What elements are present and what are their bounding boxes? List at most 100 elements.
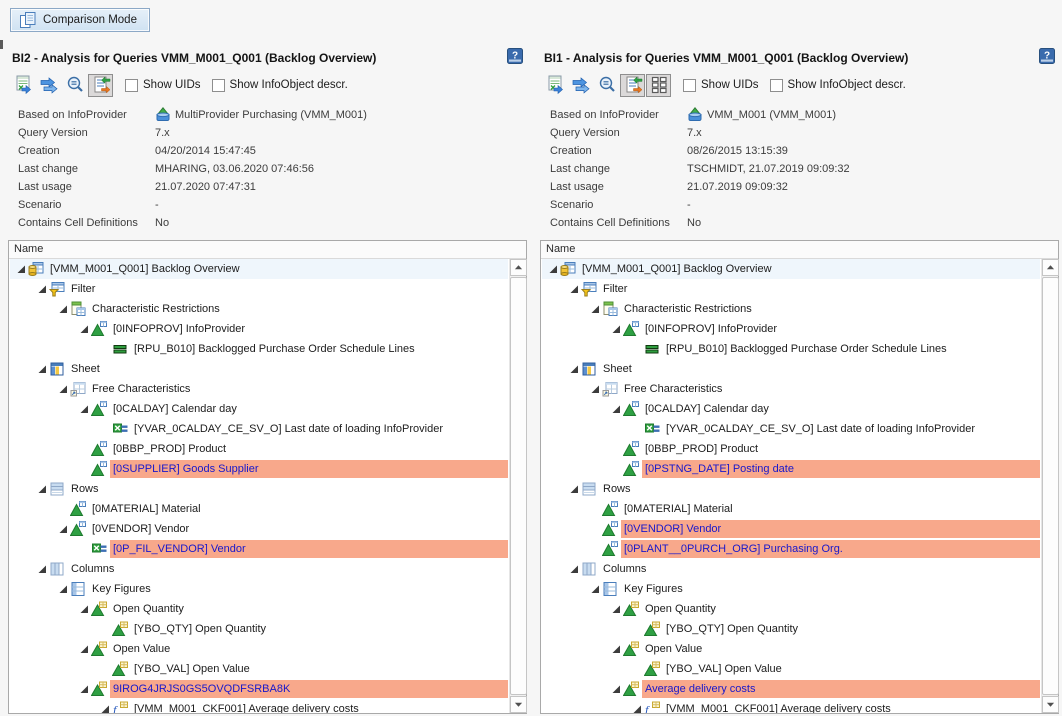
- checkbox-box[interactable]: [212, 79, 225, 92]
- expander-icon[interactable]: [37, 284, 48, 295]
- splitter-handle[interactable]: [0, 40, 3, 49]
- comparison-toggle-button[interactable]: [620, 74, 645, 97]
- expander-icon[interactable]: [58, 384, 69, 395]
- tree-row[interactable]: fx[VMM_M001_CKF001] Average delivery cos…: [542, 699, 1040, 713]
- scrollbar[interactable]: [1041, 259, 1058, 713]
- tree-row[interactable]: Free Characteristics: [10, 379, 508, 399]
- scrollbar-thumb[interactable]: [510, 277, 527, 695]
- tree-row[interactable]: [YVAR_0CALDAY_CE_SV_O] Last date of load…: [10, 419, 508, 439]
- expander-icon[interactable]: [590, 384, 601, 395]
- checkbox-show-uids[interactable]: Show UIDs: [125, 79, 201, 92]
- comparison-mode-button[interactable]: Comparison Mode: [10, 8, 150, 32]
- tree-row[interactable]: [YBO_VAL] Open Value: [542, 659, 1040, 679]
- expander-icon[interactable]: [79, 644, 90, 655]
- help-button[interactable]: ?: [507, 48, 523, 64]
- tree-row[interactable]: [RPU_B010] Backlogged Purchase Order Sch…: [542, 339, 1040, 359]
- transfer-query-button[interactable]: [36, 74, 61, 97]
- expander-icon[interactable]: [590, 584, 601, 595]
- tree-row[interactable]: Key Figures: [542, 579, 1040, 599]
- expander-icon[interactable]: [632, 704, 643, 714]
- scroll-down-button[interactable]: [1042, 696, 1059, 713]
- tree-row[interactable]: Columns: [10, 559, 508, 579]
- comparison-toggle-button[interactable]: [88, 74, 113, 97]
- expander-icon[interactable]: [611, 404, 622, 415]
- tree-row[interactable]: [0INFOPROV] InfoProvider: [10, 319, 508, 339]
- checkbox-box[interactable]: [125, 79, 138, 92]
- zoom-view-button[interactable]: [62, 74, 87, 97]
- tree-row[interactable]: [0PSTNG_DATE] Posting date: [542, 459, 1040, 479]
- tree-row[interactable]: [YVAR_0CALDAY_CE_SV_O] Last date of load…: [542, 419, 1040, 439]
- tree-row[interactable]: [0PLANT__0PURCH_ORG] Purchasing Org.: [542, 539, 1040, 559]
- expander-icon[interactable]: [569, 564, 580, 575]
- tree-row[interactable]: Rows: [10, 479, 508, 499]
- grid-view-button[interactable]: [646, 74, 671, 97]
- expander-icon[interactable]: [569, 284, 580, 295]
- checkbox-show-infoobject-descr[interactable]: Show InfoObject descr.: [770, 79, 906, 92]
- expander-icon[interactable]: [58, 304, 69, 315]
- checkbox-box[interactable]: [683, 79, 696, 92]
- tree-row[interactable]: Characteristic Restrictions: [542, 299, 1040, 319]
- expander-icon[interactable]: [611, 324, 622, 335]
- tree-row[interactable]: Average delivery costs: [542, 679, 1040, 699]
- help-button[interactable]: ?: [1039, 48, 1055, 64]
- tree-row[interactable]: Open Value: [10, 639, 508, 659]
- tree-row[interactable]: Columns: [542, 559, 1040, 579]
- tree-row[interactable]: Key Figures: [10, 579, 508, 599]
- checkbox-show-uids[interactable]: Show UIDs: [683, 79, 759, 92]
- tree-row[interactable]: Characteristic Restrictions: [10, 299, 508, 319]
- scrollbar-thumb[interactable]: [1042, 277, 1059, 695]
- expander-icon[interactable]: [79, 404, 90, 415]
- tree-row[interactable]: [RPU_B010] Backlogged Purchase Order Sch…: [10, 339, 508, 359]
- tree-row[interactable]: Free Characteristics: [542, 379, 1040, 399]
- expander-icon[interactable]: [611, 644, 622, 655]
- tree-row[interactable]: Open Quantity: [542, 599, 1040, 619]
- tree-row[interactable]: 9IROG4JRJS0GS5OVQDFSRBA8K: [10, 679, 508, 699]
- expander-icon[interactable]: [569, 364, 580, 375]
- expander-icon[interactable]: [79, 684, 90, 695]
- tree-row[interactable]: [0BBP_PROD] Product: [542, 439, 1040, 459]
- tree-row[interactable]: [0CALDAY] Calendar day: [10, 399, 508, 419]
- tree-row[interactable]: [VMM_M001_Q001] Backlog Overview: [542, 259, 1040, 279]
- expander-icon[interactable]: [16, 264, 27, 275]
- expander-icon[interactable]: [58, 524, 69, 535]
- scroll-down-button[interactable]: [510, 696, 527, 713]
- expander-icon[interactable]: [100, 704, 111, 714]
- transfer-query-button[interactable]: [568, 74, 593, 97]
- tree-row[interactable]: fx[VMM_M001_CKF001] Average delivery cos…: [10, 699, 508, 713]
- expander-icon[interactable]: [79, 324, 90, 335]
- tree-row[interactable]: Open Quantity: [10, 599, 508, 619]
- scroll-up-button[interactable]: [1042, 259, 1059, 276]
- tree-row[interactable]: [0INFOPROV] InfoProvider: [542, 319, 1040, 339]
- tree-row[interactable]: [YBO_VAL] Open Value: [10, 659, 508, 679]
- scrollbar[interactable]: [509, 259, 526, 713]
- zoom-view-button[interactable]: [594, 74, 619, 97]
- tree-row[interactable]: [VMM_M001_Q001] Backlog Overview: [10, 259, 508, 279]
- export-excel-button[interactable]: [542, 74, 567, 97]
- tree-row[interactable]: [0MATERIAL] Material: [10, 499, 508, 519]
- scroll-up-button[interactable]: [510, 259, 527, 276]
- expander-icon[interactable]: [37, 564, 48, 575]
- tree-row[interactable]: Open Value: [542, 639, 1040, 659]
- tree-row[interactable]: [0VENDOR] Vendor: [542, 519, 1040, 539]
- tree-row[interactable]: [0BBP_PROD] Product: [10, 439, 508, 459]
- expander-icon[interactable]: [79, 604, 90, 615]
- expander-icon[interactable]: [37, 484, 48, 495]
- tree-row[interactable]: Sheet: [10, 359, 508, 379]
- checkbox-show-infoobject-descr[interactable]: Show InfoObject descr.: [212, 79, 348, 92]
- tree-row[interactable]: [0VENDOR] Vendor: [10, 519, 508, 539]
- tree-row[interactable]: Rows: [542, 479, 1040, 499]
- tree-row[interactable]: Sheet: [542, 359, 1040, 379]
- tree-row[interactable]: [0SUPPLIER] Goods Supplier: [10, 459, 508, 479]
- expander-icon[interactable]: [548, 264, 559, 275]
- expander-icon[interactable]: [590, 304, 601, 315]
- tree-row[interactable]: [YBO_QTY] Open Quantity: [10, 619, 508, 639]
- expander-icon[interactable]: [58, 584, 69, 595]
- export-excel-button[interactable]: [10, 74, 35, 97]
- tree-row[interactable]: [YBO_QTY] Open Quantity: [542, 619, 1040, 639]
- tree-row[interactable]: Filter: [10, 279, 508, 299]
- expander-icon[interactable]: [611, 684, 622, 695]
- tree-row[interactable]: [0CALDAY] Calendar day: [542, 399, 1040, 419]
- expander-icon[interactable]: [611, 604, 622, 615]
- tree-row[interactable]: [0P_FIL_VENDOR] Vendor: [10, 539, 508, 559]
- tree-row[interactable]: [0MATERIAL] Material: [542, 499, 1040, 519]
